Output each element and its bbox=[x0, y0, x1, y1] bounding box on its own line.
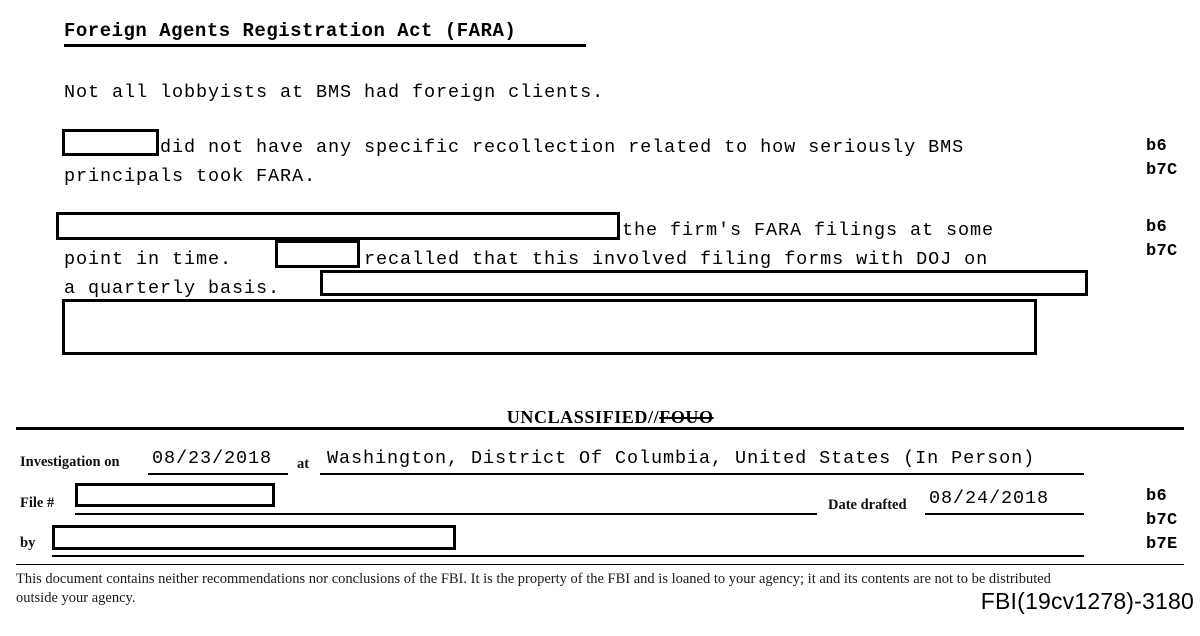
paragraph-1-line-1: did not have any specific recollection r… bbox=[160, 137, 965, 158]
redaction-box-1 bbox=[62, 129, 159, 156]
exemption-code-b6-1: b6 bbox=[1146, 137, 1168, 156]
exemption-code-b7c-1: b7C bbox=[1146, 161, 1178, 180]
footer-disclaimer: This document contains neither recommend… bbox=[16, 571, 1051, 606]
by-rule bbox=[52, 555, 1084, 557]
at-label: at bbox=[297, 456, 310, 472]
redaction-box-4 bbox=[320, 270, 1088, 296]
document-page: Foreign Agents Registration Act (FARA) N… bbox=[0, 0, 1200, 636]
exemption-code-b6-3: b6 bbox=[1146, 487, 1168, 506]
redaction-box-2 bbox=[56, 212, 620, 240]
paragraph-2-line-2-prefix: point in time. bbox=[64, 249, 233, 270]
footer-bottom-rule bbox=[16, 564, 1184, 565]
bates-number: FBI(19cv1278)-3180 bbox=[980, 588, 1194, 614]
location-value: Washington, District Of Columbia, United… bbox=[327, 448, 1036, 469]
location-rule bbox=[320, 473, 1084, 475]
investigation-on-rule bbox=[148, 473, 288, 475]
exemption-code-b7c-3: b7C bbox=[1146, 511, 1178, 530]
exemption-code-b7e-3: b7E bbox=[1146, 535, 1178, 554]
paragraph-1-line-2: principals took FARA. bbox=[64, 166, 317, 187]
by-label: by bbox=[20, 535, 36, 551]
footer-top-rule bbox=[16, 427, 1184, 430]
page-title: Foreign Agents Registration Act (FARA) bbox=[64, 20, 517, 42]
file-number-label: File # bbox=[20, 495, 55, 511]
intro-paragraph: Not all lobbyists at BMS had foreign cli… bbox=[64, 82, 605, 103]
exemption-code-b7c-2: b7C bbox=[1146, 242, 1178, 261]
classification-banner: UNCLASSIFIED//FOUO bbox=[0, 386, 1200, 449]
classification-fouo: FOUO bbox=[659, 407, 714, 427]
date-drafted-rule bbox=[925, 513, 1084, 515]
investigation-on-label: Investigation on bbox=[20, 454, 120, 470]
file-number-redaction bbox=[75, 483, 275, 507]
page-title-underline bbox=[64, 44, 586, 47]
classification-prefix: UNCLASSIFIED// bbox=[506, 407, 660, 427]
file-number-rule bbox=[75, 513, 817, 515]
redaction-box-5 bbox=[62, 299, 1037, 355]
by-redaction bbox=[52, 525, 456, 550]
date-drafted-label: Date drafted bbox=[828, 497, 907, 513]
redaction-box-3 bbox=[275, 240, 360, 268]
exemption-code-b6-2: b6 bbox=[1146, 218, 1168, 237]
date-drafted-value: 08/24/2018 bbox=[929, 488, 1050, 509]
investigation-on-value: 08/23/2018 bbox=[152, 448, 273, 469]
paragraph-2-line-1: the firm's FARA filings at some bbox=[622, 220, 995, 241]
